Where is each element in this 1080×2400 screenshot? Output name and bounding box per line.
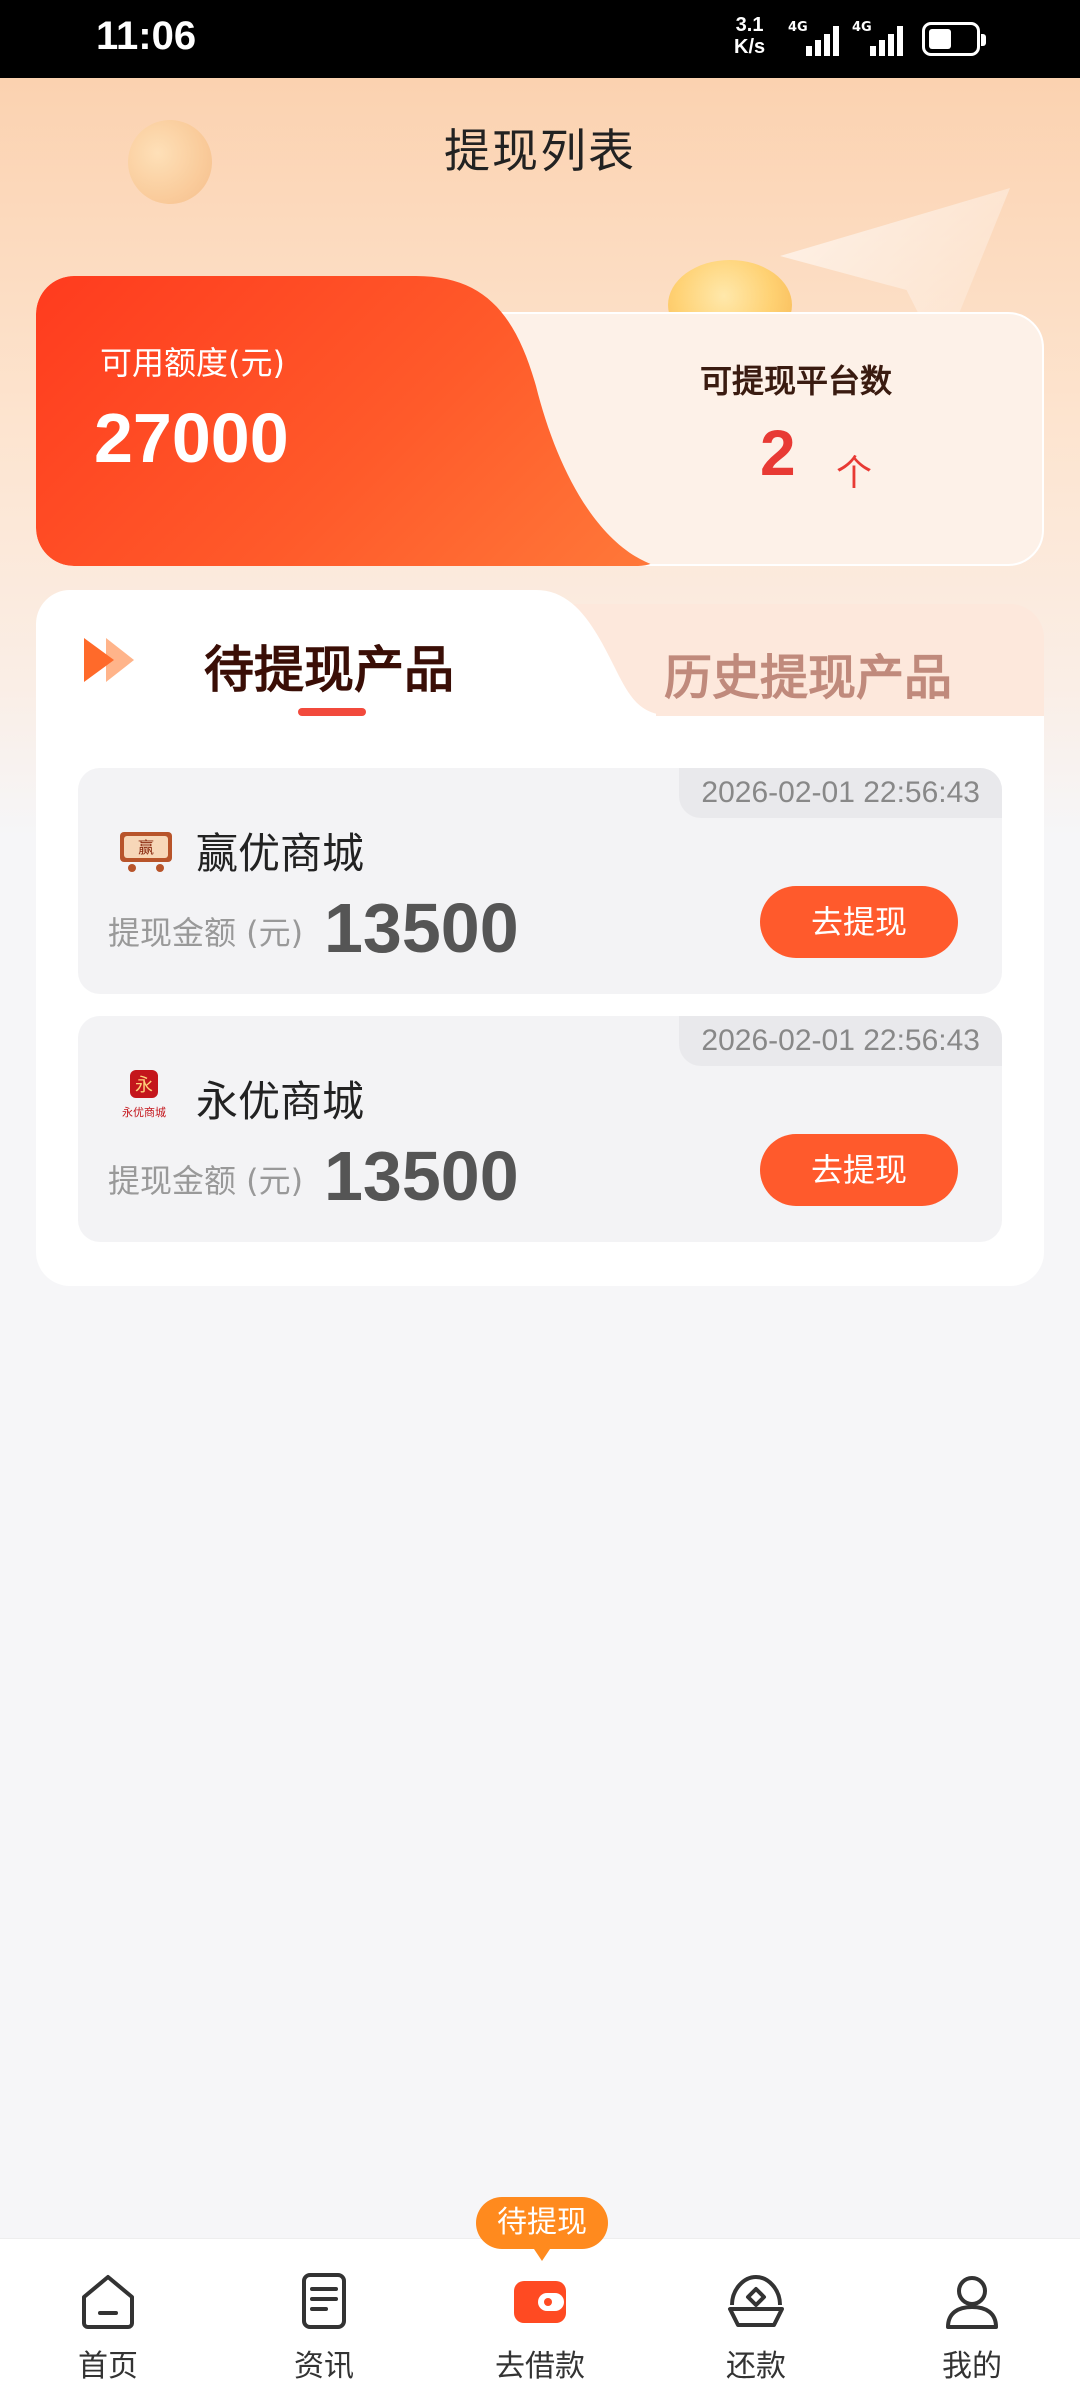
- withdraw-button[interactable]: 去提现: [760, 886, 958, 958]
- status-time: 11:06: [96, 14, 197, 58]
- product-logo-caption: 永优商城: [122, 1105, 166, 1119]
- nav-label-profile: 我的: [942, 2349, 1002, 2384]
- news-icon: [302, 2273, 346, 2329]
- network-type-label-2: 4G: [852, 20, 872, 35]
- repay-icon: [728, 2274, 784, 2327]
- platform-count-unit: 个: [836, 453, 873, 494]
- product-logo-text: 赢: [138, 838, 154, 857]
- nav-label-news: 资讯: [294, 2349, 354, 2384]
- signal-icon-2: 4G: [852, 20, 912, 56]
- product-timestamp: 2026-02-01 22:56:43: [679, 1016, 1002, 1066]
- signal-icon: 4G: [788, 20, 848, 56]
- status-bar: 11:06 3.1 K/s 4G 4G: [0, 0, 1080, 78]
- tab-history-label[interactable]: 历史提现产品: [664, 638, 952, 708]
- nav-label-home: 首页: [78, 2349, 138, 2384]
- network-speed-value: 3.1: [735, 14, 764, 36]
- product-name: 永优商城: [196, 1077, 365, 1126]
- product-logo-text: 永: [135, 1075, 153, 1096]
- pending-withdraw-badge: 待提现: [476, 2197, 608, 2261]
- withdraw-button[interactable]: 去提现: [760, 1134, 958, 1206]
- withdraw-amount-label: 提现金额 (元): [108, 914, 304, 952]
- product-timestamp: 2026-02-01 22:56:43: [679, 768, 1002, 818]
- withdraw-amount-value: 13500: [324, 1137, 519, 1215]
- battery-icon: [922, 22, 986, 56]
- tab-pending-label[interactable]: 待提现产品: [204, 630, 454, 702]
- nav-item-repay[interactable]: 还款: [686, 2269, 826, 2385]
- nav-item-news[interactable]: 资讯: [254, 2269, 394, 2385]
- platform-count-label: 可提现平台数: [700, 362, 893, 400]
- network-type-label: 4G: [788, 20, 808, 35]
- withdraw-amount-value: 13500: [324, 889, 519, 967]
- product-logo-icon: 永 永优商城: [122, 1070, 166, 1119]
- tab-active-indicator: [298, 708, 366, 716]
- nav-item-profile[interactable]: 我的: [902, 2269, 1042, 2385]
- available-credit-label: 可用额度(元): [100, 344, 285, 382]
- product-item: 2026-02-01 22:56:43 赢 赢优商城 提现金额 (元) 1350…: [78, 768, 1002, 994]
- nav-item-home[interactable]: 首页: [38, 2269, 178, 2385]
- product-name: 赢优商城: [196, 829, 365, 878]
- nav-label-borrow: 去借款: [495, 2349, 585, 2384]
- network-speed: 3.1 K/s: [734, 14, 765, 58]
- nav-item-borrow[interactable]: 去借款: [470, 2269, 610, 2385]
- play-arrow-icon: [84, 638, 134, 682]
- withdraw-amount-label: 提现金额 (元): [108, 1162, 304, 1200]
- product-logo-icon: 赢: [120, 832, 172, 872]
- platform-count-value: 2: [760, 417, 796, 489]
- available-credit-value: 27000: [94, 399, 289, 477]
- product-panel: 待提现产品 历史提现产品 2026-02-01 22:56:43 赢 赢优商城 …: [36, 590, 1044, 1286]
- summary-card: 可用额度(元) 27000 可提现平台数 2 个: [36, 276, 1044, 566]
- profile-icon: [946, 2276, 998, 2329]
- network-speed-unit: K/s: [734, 36, 766, 58]
- product-item: 2026-02-01 22:56:43 永 永优商城 永优商城 提现金额 (元)…: [78, 1016, 1002, 1242]
- page-title: 提现列表: [444, 124, 636, 178]
- home-icon: [82, 2275, 134, 2329]
- nav-label-repay: 还款: [726, 2349, 786, 2384]
- wallet-icon: [514, 2281, 566, 2323]
- bottom-nav: 待提现 首页 资讯 去借款 还款 我的: [0, 2197, 1080, 2400]
